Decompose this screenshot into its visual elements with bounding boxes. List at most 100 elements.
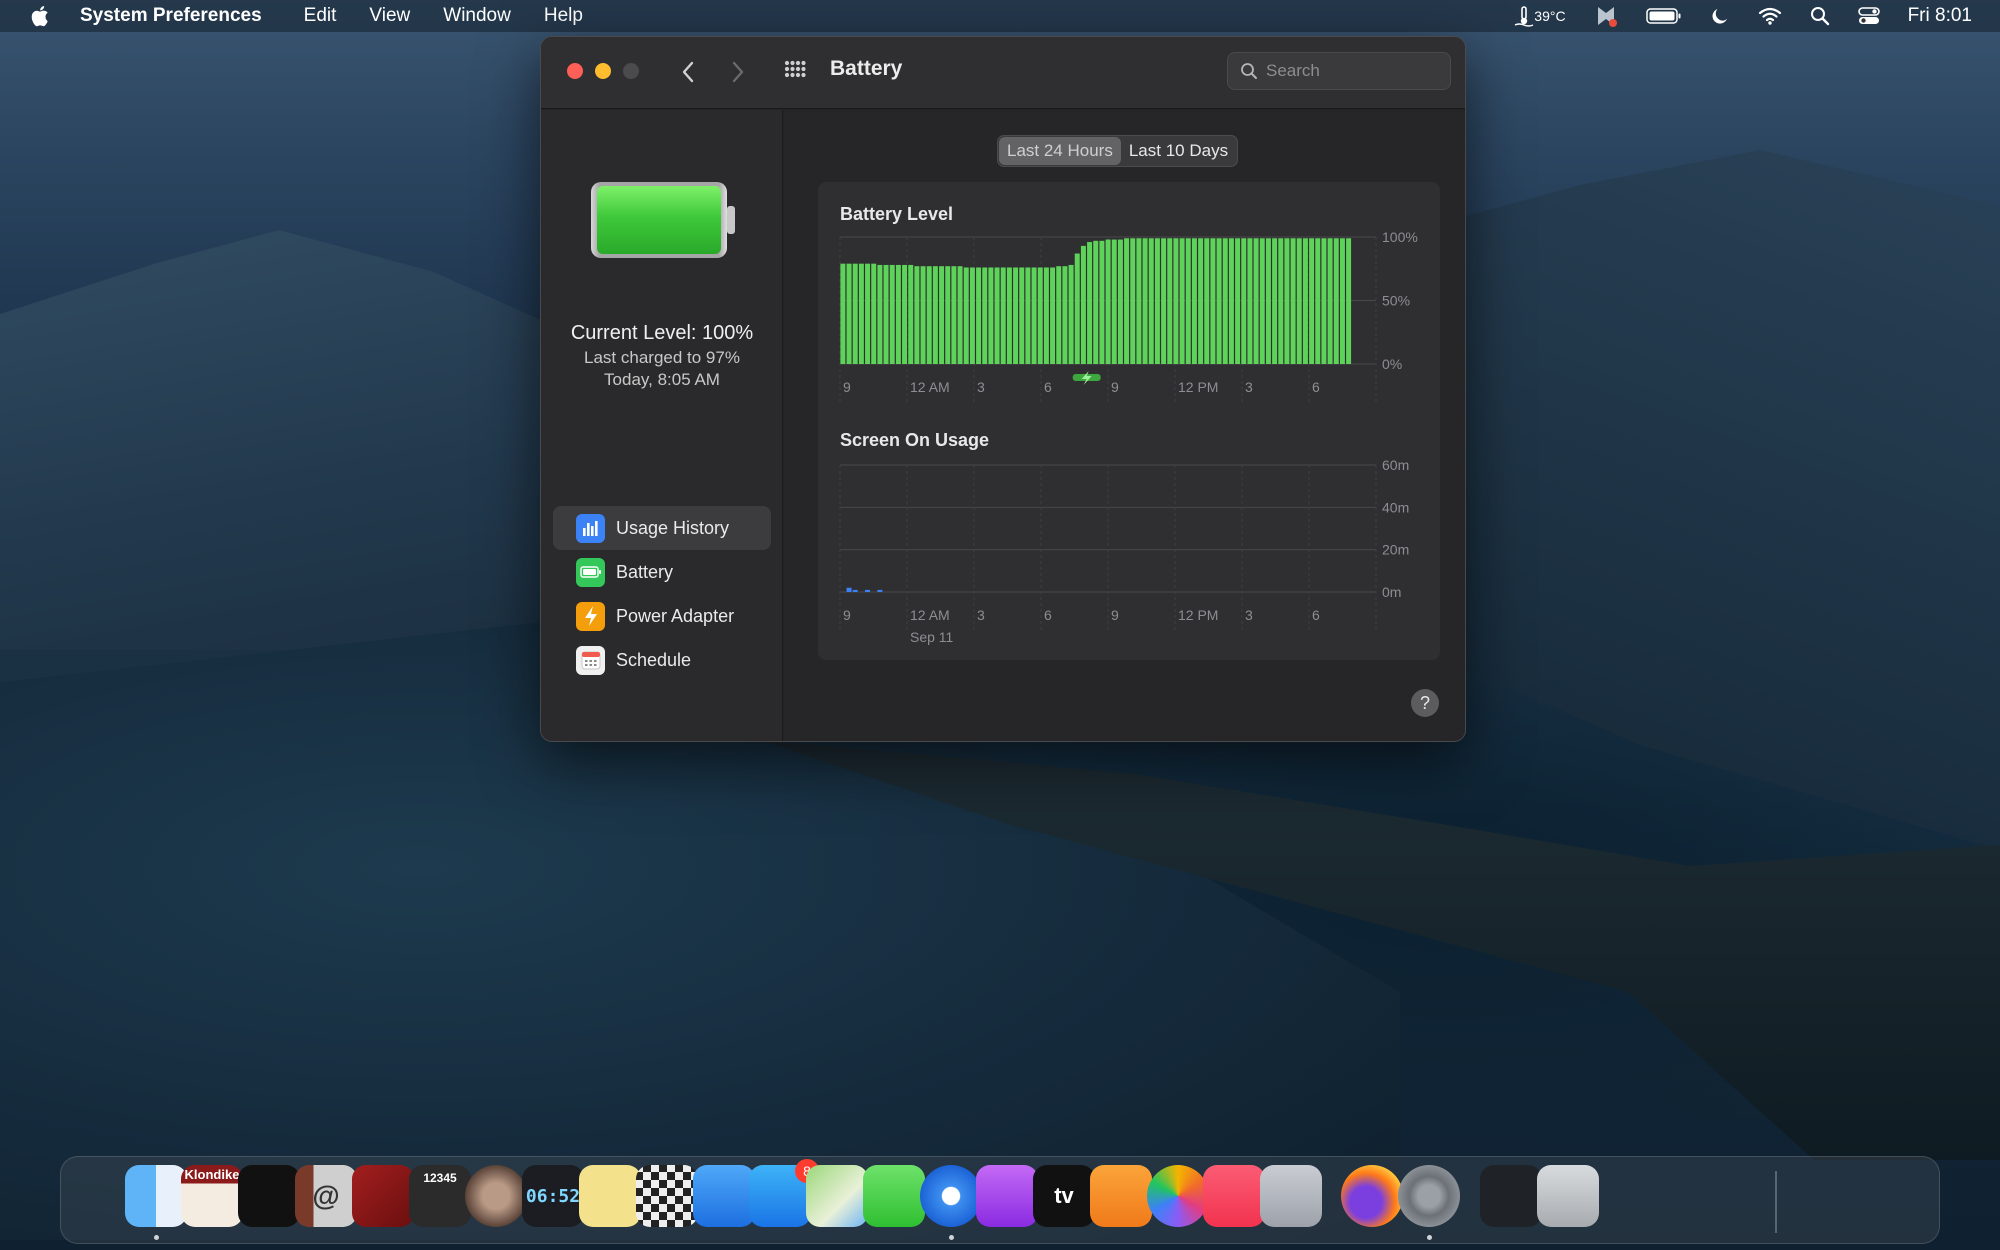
bar [852, 263, 858, 364]
music-icon[interactable] [1203, 1165, 1265, 1227]
bar [908, 264, 914, 364]
bar [1105, 239, 1111, 364]
x-tick-label: 6 [1044, 379, 1052, 395]
sidebar-item-label: Schedule [616, 649, 692, 670]
bar [920, 266, 926, 364]
menu-view[interactable]: View [369, 5, 410, 27]
disk-icon[interactable] [465, 1165, 527, 1227]
screen-on-usage-chart: 60m 40m 20m 0m 9 12 AM 3 6 9 12 PM 3 6 Sep 11 [839, 457, 1409, 645]
bar [858, 263, 864, 364]
bar [1290, 238, 1296, 364]
control-center-icon[interactable] [1857, 6, 1880, 26]
books-icon[interactable] [1090, 1165, 1152, 1227]
system-preferences-icon[interactable] [1398, 1165, 1460, 1227]
bar [939, 266, 945, 364]
bar [1037, 267, 1043, 364]
klondike-icon[interactable]: Klondike [181, 1165, 243, 1227]
bar [932, 266, 938, 364]
bar [1136, 238, 1142, 364]
bar [1204, 238, 1210, 364]
back-button[interactable] [675, 57, 701, 87]
menu-help[interactable]: Help [544, 5, 583, 27]
bar [840, 263, 846, 364]
mail-icon[interactable] [693, 1165, 755, 1227]
preview-icon[interactable] [1480, 1165, 1542, 1227]
charging-icon [1072, 371, 1101, 385]
trash-icon[interactable] [1537, 1165, 1599, 1227]
bar [1111, 239, 1117, 364]
power-adapter-icon [576, 601, 605, 631]
bar [1210, 238, 1216, 364]
sidebar-item-power-adapter[interactable]: Power Adapter [553, 594, 771, 638]
bar [969, 267, 975, 364]
bar [1339, 238, 1345, 364]
zoom-button[interactable] [623, 63, 639, 79]
dock-app-label: Klondike [184, 1167, 240, 1182]
apple-menu-icon[interactable] [28, 3, 54, 29]
clock-icon[interactable]: 06:52 [522, 1165, 584, 1227]
sidebar-item-usage-history[interactable]: Usage History [553, 506, 771, 550]
minimize-button[interactable] [595, 63, 611, 79]
maps-icon[interactable] [806, 1165, 868, 1227]
spotlight-search-icon[interactable] [1810, 6, 1830, 26]
bar [1228, 238, 1234, 364]
stickies-icon[interactable] [579, 1165, 641, 1227]
menu-window[interactable]: Window [443, 5, 511, 27]
x-tick-label: 12 AM [910, 379, 950, 395]
x-tick-label: 12 AM [910, 607, 950, 623]
bar [945, 266, 951, 364]
bar [951, 266, 957, 364]
forward-button[interactable] [725, 57, 751, 87]
x-tick-label: 9 [1111, 607, 1119, 623]
show-all-button[interactable] [781, 59, 811, 85]
firefox-icon[interactable] [1341, 1165, 1403, 1227]
bar [982, 267, 988, 364]
notebook-icon[interactable] [352, 1165, 414, 1227]
time-range-segmented-control: Last 24 Hours Last 10 Days [997, 135, 1239, 167]
search-input[interactable] [1266, 61, 1446, 81]
podcasts-icon[interactable] [976, 1165, 1038, 1227]
last-charged-time: Today, 8:05 AM [604, 370, 720, 389]
photos-icon[interactable] [1147, 1165, 1209, 1227]
launchpad-icon[interactable] [1260, 1165, 1322, 1227]
menu-app-name[interactable]: System Preferences [80, 5, 262, 27]
bar [957, 266, 963, 364]
sidebar-item-schedule[interactable]: Schedule [553, 638, 771, 682]
bar [1179, 238, 1185, 364]
bar [1272, 238, 1278, 364]
bar [846, 587, 852, 592]
contacts-icon[interactable]: @ [295, 1165, 357, 1227]
close-button[interactable] [567, 63, 583, 79]
tab-last-10-days[interactable]: Last 10 Days [1121, 137, 1236, 165]
shield-status-icon[interactable] [1594, 4, 1618, 28]
bar [1321, 238, 1327, 364]
wifi-icon[interactable] [1758, 6, 1782, 26]
battery-status-icon[interactable] [1645, 7, 1682, 25]
grid-icon [784, 60, 806, 78]
finder-icon[interactable] [125, 1165, 187, 1227]
app-icon[interactable] [238, 1165, 300, 1227]
menu-clock[interactable]: Fri 8:01 [1908, 5, 1972, 27]
bar [1346, 238, 1352, 364]
dock-app-label: tv [1054, 1183, 1074, 1208]
dock-separator [1775, 1171, 1777, 1233]
moon-icon[interactable] [1710, 6, 1730, 26]
sidebar-nav: Usage History Battery Power Adapter Sche… [553, 506, 771, 682]
calculator-icon[interactable]: 12345 [409, 1165, 471, 1227]
tv-icon[interactable]: tv [1033, 1165, 1095, 1227]
bar [846, 263, 852, 364]
menu-edit[interactable]: Edit [304, 5, 337, 27]
safari-icon[interactable] [920, 1165, 982, 1227]
help-button[interactable]: ? [1411, 689, 1439, 717]
chess-icon[interactable] [636, 1165, 698, 1227]
bar [1161, 238, 1167, 364]
sidebar-item-label: Usage History [616, 517, 730, 538]
sidebar-item-battery[interactable]: Battery [553, 550, 771, 594]
bar [1309, 238, 1315, 364]
battery-level-chart: 100% 50% 0% 9 12 AM 3 6 9 12 PM 3 6 [839, 229, 1418, 402]
search-field[interactable] [1227, 52, 1451, 90]
temperature-status[interactable]: 39°C [1514, 5, 1566, 27]
messages-icon[interactable] [863, 1165, 925, 1227]
chevron-right-icon [732, 61, 744, 83]
tab-last-24-hours[interactable]: Last 24 Hours [999, 137, 1121, 165]
